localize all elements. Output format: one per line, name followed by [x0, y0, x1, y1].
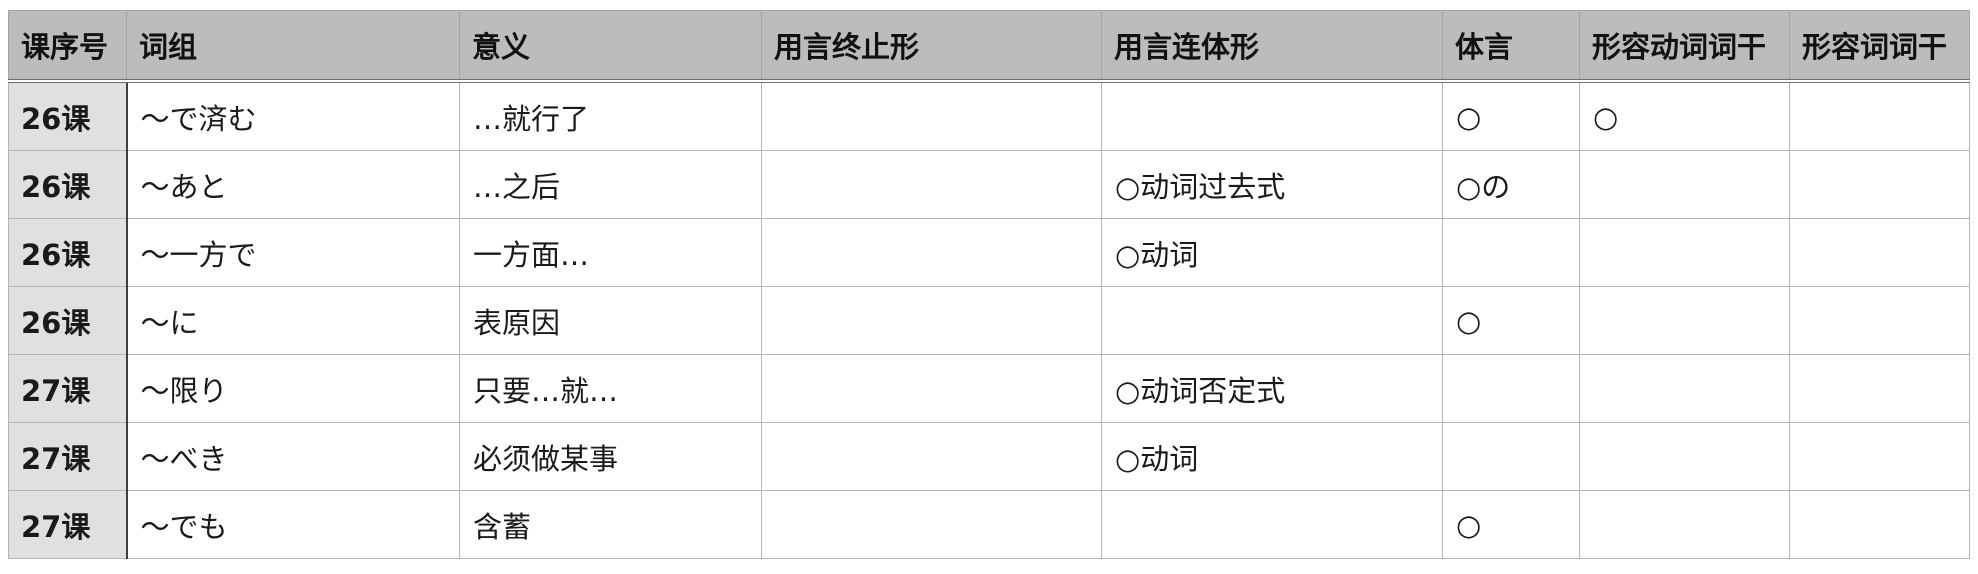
grammar-table: 课序号 词组 意义 用言终止形 用言连体形 体言 形容动词词干 形容词词干 26… — [8, 10, 1970, 559]
table-row: 26课 ～で済む …就行了 ○ ○ — [8, 80, 1970, 151]
phrase-cell[interactable]: ～あと — [126, 150, 460, 219]
i-adjective-cell[interactable] — [1789, 150, 1970, 219]
lesson-cell[interactable]: 27课 — [8, 490, 128, 559]
phrase-cell[interactable]: ～一方で — [126, 218, 460, 287]
table-row: 26课 ～あと …之后 ○动词过去式 ○の — [8, 150, 1970, 219]
table-row: 27课 ～でも 含蓄 ○ — [8, 490, 1970, 559]
meaning-cell[interactable]: 必须做某事 — [459, 422, 762, 491]
attributive-form-cell[interactable] — [1101, 286, 1443, 355]
table-row: 27课 ～べき 必须做某事 ○动词 — [8, 422, 1970, 491]
terminal-form-cell[interactable] — [761, 422, 1102, 491]
grammar-table-sheet: 课序号 词组 意义 用言终止形 用言连体形 体言 形容动词词干 形容词词干 26… — [8, 10, 1970, 559]
nominal-cell[interactable]: ○ — [1442, 80, 1580, 151]
i-adjective-cell[interactable] — [1789, 422, 1970, 491]
i-adjective-cell[interactable] — [1789, 490, 1970, 559]
header-phrase[interactable]: 词组 — [126, 10, 460, 83]
i-adjective-cell[interactable] — [1789, 286, 1970, 355]
phrase-cell[interactable]: ～べき — [126, 422, 460, 491]
header-nominal[interactable]: 体言 — [1442, 10, 1580, 83]
terminal-form-cell[interactable] — [761, 286, 1102, 355]
phrase-cell[interactable]: ～に — [126, 286, 460, 355]
terminal-form-cell[interactable] — [761, 150, 1102, 219]
nominal-cell[interactable]: ○の — [1442, 150, 1580, 219]
lesson-cell[interactable]: 26课 — [8, 286, 128, 355]
header-lesson-number[interactable]: 课序号 — [8, 10, 127, 83]
terminal-form-cell[interactable] — [761, 218, 1102, 287]
terminal-form-cell[interactable] — [761, 354, 1102, 423]
meaning-cell[interactable]: …之后 — [459, 150, 762, 219]
na-adjective-cell[interactable]: ○ — [1579, 80, 1790, 151]
attributive-form-cell[interactable] — [1101, 490, 1443, 559]
meaning-cell[interactable]: …就行了 — [459, 80, 762, 151]
lesson-cell[interactable]: 27课 — [8, 422, 128, 491]
attributive-form-cell[interactable] — [1101, 80, 1443, 151]
meaning-cell[interactable]: 表原因 — [459, 286, 762, 355]
meaning-cell[interactable]: 只要…就… — [459, 354, 762, 423]
header-i-adjective-stem[interactable]: 形容词词干 — [1789, 10, 1970, 83]
na-adjective-cell[interactable] — [1579, 150, 1790, 219]
meaning-cell[interactable]: 含蓄 — [459, 490, 762, 559]
na-adjective-cell[interactable] — [1579, 422, 1790, 491]
lesson-cell[interactable]: 26课 — [8, 150, 128, 219]
lesson-cell[interactable]: 27课 — [8, 354, 128, 423]
na-adjective-cell[interactable] — [1579, 218, 1790, 287]
phrase-cell[interactable]: ～限り — [126, 354, 460, 423]
phrase-cell[interactable]: ～でも — [126, 490, 460, 559]
header-na-adjective-stem[interactable]: 形容动词词干 — [1579, 10, 1790, 83]
i-adjective-cell[interactable] — [1789, 80, 1970, 151]
table-row: 26课 ～一方で 一方面… ○动词 — [8, 218, 1970, 287]
header-predicate-attributive-form[interactable]: 用言连体形 — [1101, 10, 1443, 83]
na-adjective-cell[interactable] — [1579, 490, 1790, 559]
i-adjective-cell[interactable] — [1789, 354, 1970, 423]
header-row: 课序号 词组 意义 用言终止形 用言连体形 体言 形容动词词干 形容词词干 — [8, 10, 1970, 83]
attributive-form-cell[interactable]: ○动词 — [1101, 218, 1443, 287]
na-adjective-cell[interactable] — [1579, 286, 1790, 355]
i-adjective-cell[interactable] — [1789, 218, 1970, 287]
table-row: 26课 ～に 表原因 ○ — [8, 286, 1970, 355]
nominal-cell[interactable] — [1442, 354, 1580, 423]
phrase-cell[interactable]: ～で済む — [126, 80, 460, 151]
header-predicate-terminal-form[interactable]: 用言终止形 — [761, 10, 1102, 83]
attributive-form-cell[interactable]: ○动词否定式 — [1101, 354, 1443, 423]
terminal-form-cell[interactable] — [761, 80, 1102, 151]
terminal-form-cell[interactable] — [761, 490, 1102, 559]
header-meaning[interactable]: 意义 — [459, 10, 762, 83]
lesson-cell[interactable]: 26课 — [8, 80, 128, 151]
lesson-cell[interactable]: 26课 — [8, 218, 128, 287]
attributive-form-cell[interactable]: ○动词 — [1101, 422, 1443, 491]
meaning-cell[interactable]: 一方面… — [459, 218, 762, 287]
nominal-cell[interactable] — [1442, 218, 1580, 287]
na-adjective-cell[interactable] — [1579, 354, 1790, 423]
attributive-form-cell[interactable]: ○动词过去式 — [1101, 150, 1443, 219]
nominal-cell[interactable]: ○ — [1442, 490, 1580, 559]
table-row: 27课 ～限り 只要…就… ○动词否定式 — [8, 354, 1970, 423]
nominal-cell[interactable]: ○ — [1442, 286, 1580, 355]
nominal-cell[interactable] — [1442, 422, 1580, 491]
